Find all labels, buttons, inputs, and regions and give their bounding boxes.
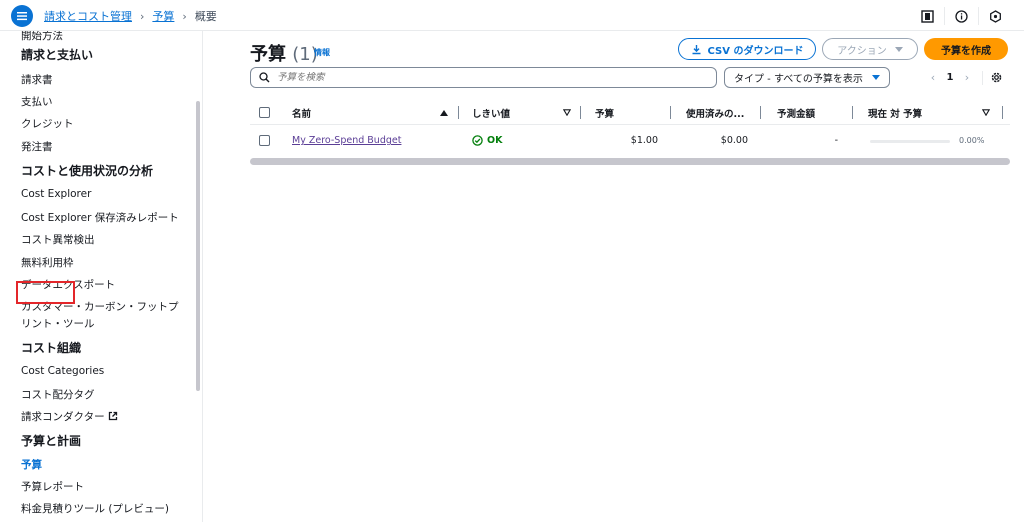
hexagon-icon: [990, 9, 1001, 23]
sidebar-item[interactable]: Cost Explorer: [21, 188, 91, 200]
caret-down-icon: [894, 46, 903, 52]
column-separator: [852, 106, 853, 119]
actions-label: アクション: [837, 45, 887, 57]
sidebar-item[interactable]: 発注書: [21, 139, 53, 154]
sidebar-item[interactable]: 予算レポート: [21, 479, 84, 494]
sidebar-item[interactable]: リント・ツール: [21, 316, 95, 331]
type-filter-label: タイプ - すべての予算を表示: [734, 74, 863, 85]
pagination: ‹ 1 ›: [922, 71, 978, 84]
pager-divider: [982, 71, 983, 85]
column-budget[interactable]: 予算: [595, 106, 614, 120]
highlight-box: [16, 281, 75, 304]
sidebar-item[interactable]: Cost Explorer 保存済みレポート: [21, 210, 179, 225]
page-title: 予算 (1): [250, 40, 318, 66]
sidebar-item[interactable]: 請求コンダクター: [21, 409, 118, 424]
column-separator: [580, 106, 581, 119]
threshold-status-text: OK: [487, 135, 503, 146]
column-separator: [670, 106, 671, 119]
budget-amount: $1.00: [630, 135, 658, 146]
main-content: 予算 (1) 情報 CSV のダウンロード アクション 予算を作成 タイプ - …: [204, 31, 1024, 522]
budget-name-link[interactable]: My Zero-Spend Budget: [292, 135, 401, 146]
chevron-right-icon: ›: [140, 9, 145, 23]
column-separator: [760, 106, 761, 119]
download-icon: [692, 44, 701, 54]
sidebar-item[interactable]: 予算: [21, 457, 42, 472]
external-link-icon: [108, 411, 117, 421]
search-icon: [259, 72, 270, 83]
row-checkbox[interactable]: [259, 135, 270, 146]
sidebar-item[interactable]: コスト配分タグ: [21, 387, 95, 402]
info-link[interactable]: 情報: [314, 47, 330, 58]
panel-icon: [920, 9, 934, 23]
type-filter-select[interactable]: タイプ - すべての予算を表示: [724, 67, 890, 88]
breadcrumb-parent[interactable]: 予算: [152, 8, 174, 24]
column-name[interactable]: 名前: [292, 106, 311, 120]
menu-button[interactable]: [11, 5, 33, 27]
csv-download-label: CSV のダウンロード: [707, 45, 804, 57]
next-page-button[interactable]: ›: [956, 71, 978, 84]
used-amount: $0.00: [720, 135, 748, 146]
sidebar-section-heading: 予算と計画: [21, 434, 82, 448]
check-circle-icon: [472, 135, 483, 146]
page-number[interactable]: 1: [944, 72, 956, 83]
split-panel-button[interactable]: [910, 7, 944, 25]
column-used[interactable]: 使用済みの...: [686, 106, 744, 120]
select-all-checkbox[interactable]: [259, 107, 270, 118]
caret-down-icon: [871, 75, 880, 80]
info-button[interactable]: [944, 7, 978, 25]
table-row: My Zero-Spend Budget OK $1.00 $0.00 - 0.…: [250, 126, 1010, 156]
csv-download-button[interactable]: CSV のダウンロード: [678, 38, 816, 60]
chevron-right-icon: ›: [182, 9, 187, 23]
sidebar-item[interactable]: 請求書: [21, 72, 53, 87]
column-separator: [1002, 106, 1003, 119]
notifications-button[interactable]: [978, 7, 1012, 25]
hamburger-icon: [17, 12, 27, 21]
breadcrumb-root[interactable]: 請求とコスト管理: [44, 8, 132, 24]
page-title-text: 予算: [250, 44, 286, 65]
sidebar-item[interactable]: クレジット: [21, 116, 74, 131]
column-separator: [458, 106, 459, 119]
sidebar-item[interactable]: 開始方法: [21, 31, 63, 43]
breadcrumb: 請求とコスト管理 › 予算 › 概要: [44, 8, 217, 24]
top-icons: [910, 7, 1012, 25]
sidebar: 開始方法請求と支払い 請求書支払いクレジット発注書コストと使用状況の分析 Cost …: [0, 31, 203, 522]
progress-bar: [870, 140, 950, 143]
sidebar-item[interactable]: 無料利用枠: [21, 255, 74, 270]
info-icon: [955, 9, 968, 23]
search-box[interactable]: [250, 67, 717, 88]
sidebar-section-heading: 請求と支払い: [21, 48, 94, 62]
sidebar-scrollbar[interactable]: [196, 101, 200, 391]
sort-icon[interactable]: [563, 109, 571, 116]
create-budget-label: 予算を作成: [941, 45, 991, 57]
breadcrumb-current: 概要: [194, 10, 217, 23]
top-bar: 請求とコスト管理 › 予算 › 概要: [0, 0, 1024, 31]
prev-page-button[interactable]: ‹: [922, 71, 944, 84]
forecast-amount: -: [834, 135, 838, 146]
threshold-status: OK: [472, 135, 502, 146]
sidebar-section-heading: コスト組織: [21, 341, 82, 355]
create-budget-button[interactable]: 予算を作成: [924, 38, 1008, 60]
column-threshold[interactable]: しきい値: [472, 106, 510, 120]
sidebar-item[interactable]: 料金見積りツール (プレビュー): [21, 501, 169, 516]
sidebar-item[interactable]: Cost Categories: [21, 365, 104, 377]
sidebar-item[interactable]: コスト異常検出: [21, 232, 95, 247]
search-input[interactable]: [277, 72, 677, 83]
gear-icon[interactable]: [990, 71, 1003, 84]
table-header: 名前 しきい値 予算 使用済みの... 予測金額 現在 対 予算: [250, 101, 1010, 125]
table-horizontal-scrollbar[interactable]: [250, 158, 1010, 165]
column-current-vs-budget[interactable]: 現在 対 予算: [868, 106, 922, 120]
sort-icon[interactable]: [982, 109, 990, 116]
actions-button[interactable]: アクション: [822, 38, 918, 60]
sidebar-section-heading: コストと使用状況の分析: [21, 164, 154, 178]
current-vs-budget-percent: 0.00%: [959, 136, 985, 145]
column-forecast[interactable]: 予測金額: [777, 106, 815, 120]
sort-ascending-icon[interactable]: [440, 110, 448, 116]
sidebar-item[interactable]: 支払い: [21, 94, 53, 109]
